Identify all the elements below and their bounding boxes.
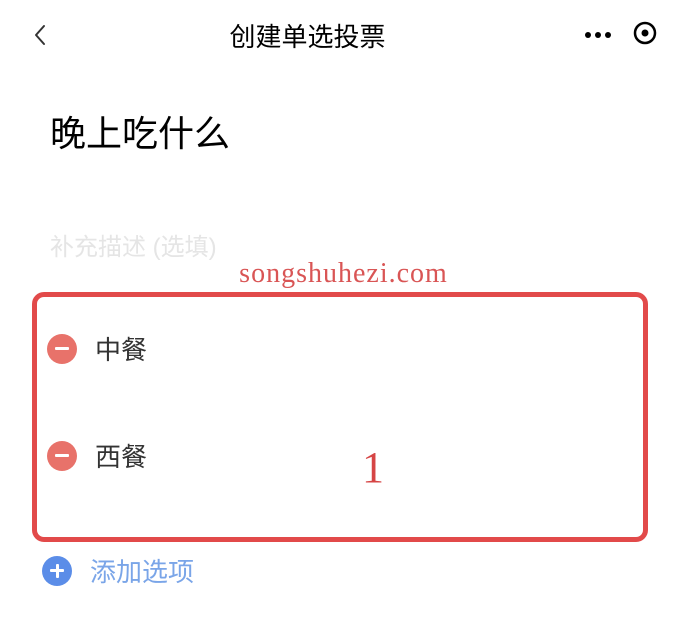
header-actions [585, 21, 657, 50]
description-input[interactable]: 补充描述 (选填) [50, 227, 637, 262]
add-icon [42, 556, 72, 586]
option-label[interactable]: 中餐 [95, 330, 147, 367]
header: 创建单选投票 [0, 0, 687, 70]
option-row: 中餐 [37, 312, 643, 385]
watermark-text: songshuhezi.com [239, 258, 448, 290]
target-icon[interactable] [633, 21, 657, 50]
remove-option-icon[interactable] [47, 441, 77, 471]
poll-title-section: 晚上吃什么 [0, 70, 687, 177]
add-option-row[interactable]: 添加选项 [42, 552, 194, 589]
more-icon[interactable] [585, 32, 611, 38]
annotation-number: 1 [362, 442, 384, 493]
option-row: 西餐 [37, 419, 643, 492]
add-option-label: 添加选项 [90, 552, 194, 589]
remove-option-icon[interactable] [47, 334, 77, 364]
poll-title-input[interactable]: 晚上吃什么 [50, 105, 637, 157]
option-label[interactable]: 西餐 [95, 437, 147, 474]
options-highlight-box: 中餐 西餐 1 [32, 292, 648, 542]
page-title: 创建单选投票 [30, 17, 585, 54]
